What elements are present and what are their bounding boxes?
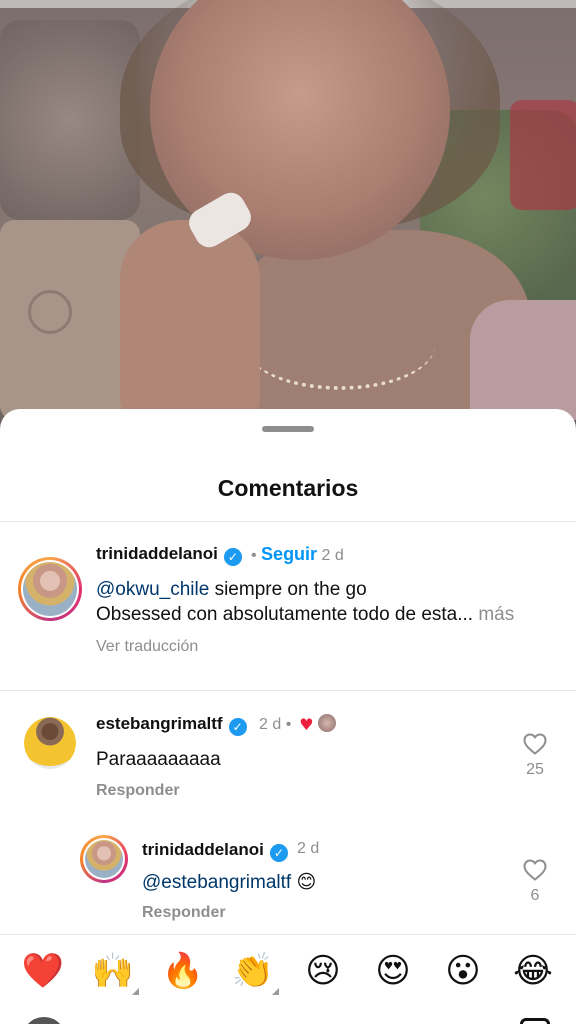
variant-indicator <box>132 988 139 995</box>
mention-link[interactable]: @okwu_chile <box>96 579 209 600</box>
like-count: 6 <box>530 887 540 904</box>
title-divider <box>0 521 576 522</box>
reply-username[interactable]: trinidaddelanoi ✓ <box>142 840 288 862</box>
more-link[interactable]: más <box>473 604 514 625</box>
mirror-ring <box>28 290 72 334</box>
see-translation-link[interactable]: Ver traducción <box>96 638 198 656</box>
top-strap <box>470 300 576 420</box>
comments-sheet: Comentarios trinidaddelanoi ✓ • Seguir 2 … <box>0 409 576 1024</box>
emoji-heart-eyes-button[interactable]: 😍 <box>371 949 415 993</box>
sheet-drag-handle[interactable] <box>262 426 314 432</box>
necklace <box>245 300 435 390</box>
emoji-reaction-bar: ❤️ 🙌 🔥 👏 😢 😍 😮 😂 <box>0 934 576 1006</box>
comment-composer-peek <box>0 1006 576 1024</box>
hand <box>120 220 260 420</box>
comment-meta: • Seguir 2 d <box>251 544 344 565</box>
emoji-crying-button[interactable]: 😢 <box>301 949 345 993</box>
mention-link[interactable]: @estebangrimaltf <box>142 872 291 893</box>
creator-avatar-mini <box>317 714 336 732</box>
avatar-inner <box>83 838 125 880</box>
emoji-clap-button[interactable]: 👏 <box>231 949 279 995</box>
emoji-fire-button[interactable]: 🔥 <box>161 949 205 993</box>
gif-sticker-icon[interactable] <box>520 1018 550 1024</box>
creator-liked-heart-icon: ♥ <box>299 715 314 734</box>
emoji-laughing-button[interactable]: 😂 <box>511 949 555 993</box>
variant-indicator <box>272 988 279 995</box>
emoji-surprised-button[interactable]: 😮 <box>441 949 485 993</box>
emoji-heart-button[interactable]: ❤️ <box>21 949 65 993</box>
dot-separator: • <box>251 547 262 564</box>
verified-badge-icon: ✓ <box>269 844 288 862</box>
comment-like[interactable]: 6 <box>520 859 550 905</box>
dot-separator: • <box>281 716 292 733</box>
comment-username[interactable]: estebangrimaltf ✓ <box>96 714 247 736</box>
sheet-title: Comentarios <box>217 475 359 501</box>
avatar-photo <box>24 717 76 769</box>
avatar-photo <box>85 840 123 878</box>
comment-text-line1: @okwu_chile siempre on the go <box>96 579 367 601</box>
reply-emoji: 😊 <box>291 872 317 893</box>
comment-text-truncated: Obsessed con absolutamente todo de esta.… <box>96 604 474 625</box>
emoji-glyph: 🙌 <box>91 951 135 991</box>
compact-mirror <box>0 220 140 420</box>
avatar-photo <box>23 562 77 616</box>
emoji-glyph: 👏 <box>231 951 275 991</box>
comment-text-line2: Obsessed con absolutamente todo de esta.… <box>96 604 514 626</box>
follow-button[interactable]: Seguir <box>261 544 317 564</box>
heart-outline-icon[interactable] <box>523 859 547 881</box>
caption-divider <box>0 690 576 691</box>
heart-outline-icon[interactable] <box>523 733 547 755</box>
comment-meta: 2 d • ♥ <box>259 714 336 734</box>
comment-time: 2 d <box>259 716 282 733</box>
comment-text: siempre on the go <box>209 579 367 600</box>
reply-button[interactable]: Responder <box>142 904 226 922</box>
comment-like[interactable]: 25 <box>520 733 550 779</box>
current-user-avatar <box>22 1017 66 1024</box>
reply-button[interactable]: Responder <box>96 782 180 800</box>
comment-time: 2 d <box>297 840 320 857</box>
username-text: estebangrimaltf <box>96 714 223 733</box>
verified-badge-icon: ✓ <box>228 718 247 736</box>
like-count: 25 <box>526 761 544 778</box>
verified-badge-icon: ✓ <box>223 548 242 566</box>
username-text: trinidaddelanoi <box>96 544 218 563</box>
avatar-estebangrimaltf[interactable] <box>24 717 76 769</box>
avatar-trinidaddelanoi[interactable] <box>18 557 82 621</box>
reply-text: @estebangrimaltf 😊 <box>142 871 316 894</box>
comment-text: Paraaaaaaaaa <box>96 749 221 770</box>
reel-video-background[interactable] <box>0 0 576 420</box>
comment-time: 2 d <box>321 547 344 564</box>
emoji-raised-hands-button[interactable]: 🙌 <box>91 949 139 995</box>
avatar-trinidaddelanoi[interactable] <box>80 835 128 883</box>
avatar-inner <box>21 560 79 618</box>
username-text: trinidaddelanoi <box>142 840 264 859</box>
bg-blur-left <box>0 20 140 220</box>
bg-blur-red <box>510 100 576 210</box>
comment-username[interactable]: trinidaddelanoi ✓ <box>96 544 242 566</box>
